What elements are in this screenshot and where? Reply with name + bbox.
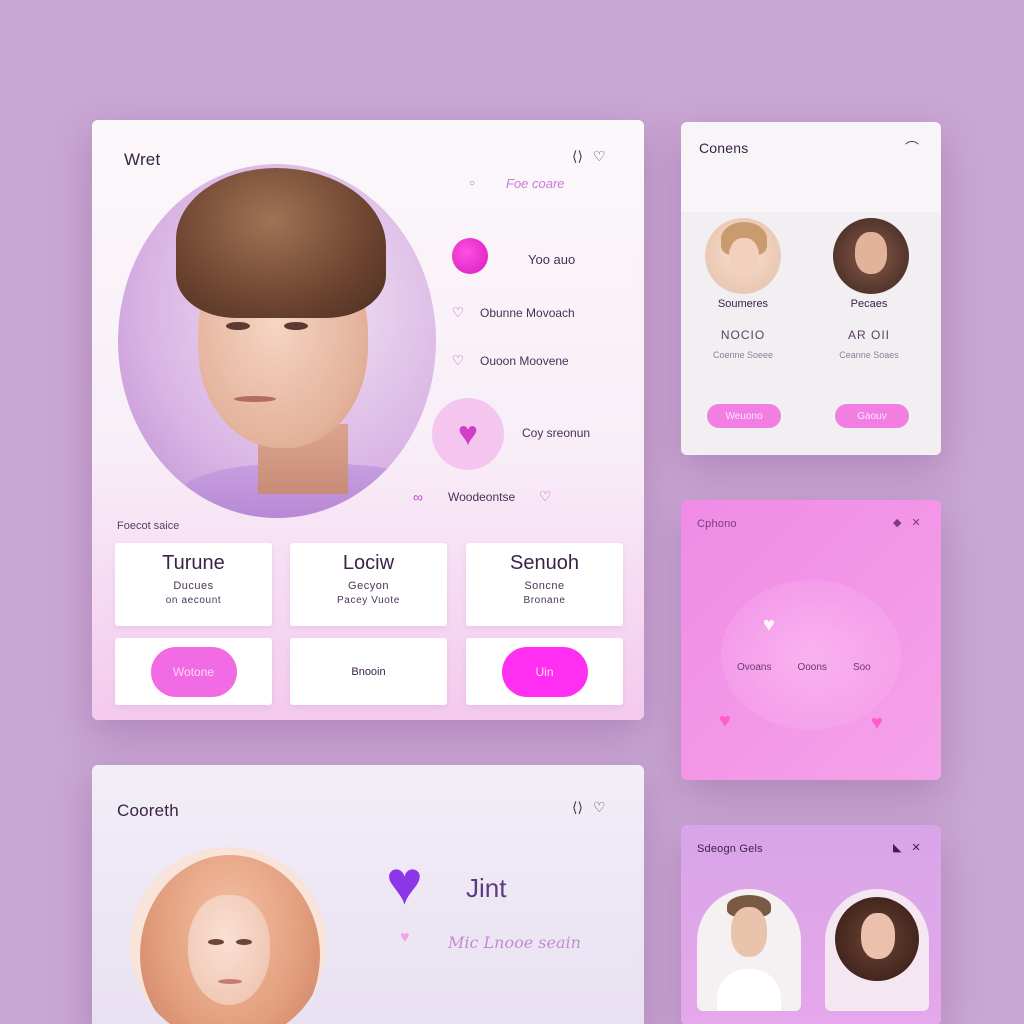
eye <box>284 322 308 330</box>
header-icons: ◣ ✕ <box>893 841 921 854</box>
stat-sub: Bronane <box>523 595 566 606</box>
stat-sub: Pacey Vuote <box>337 595 400 606</box>
eye <box>226 322 250 330</box>
action-cell: Bnooin <box>290 638 447 705</box>
contact-code: AR OII <box>847 328 890 342</box>
header-icons: ⌒ <box>905 138 919 158</box>
stat-card[interactable]: Senuoh Soncne Bronane <box>466 543 623 626</box>
contact-name: Soumeres <box>717 298 769 310</box>
card-title: Cphono <box>697 518 737 530</box>
dots-icon: ∞ <box>413 488 423 505</box>
double-arrow-icon[interactable]: ⟨⟩ <box>572 148 583 165</box>
stat-title: Senuoh <box>510 552 579 574</box>
stat-sub: Soncne <box>524 580 565 592</box>
heart-outline-icon: ♡ <box>451 352 465 368</box>
stat-card[interactable]: Lociw Gecyon Pacey Vuote <box>290 543 447 626</box>
tagline: Mic Lnooe seain <box>448 933 581 952</box>
heart-icon: ♥ <box>763 614 775 636</box>
heart-badge-icon[interactable]: ♥ <box>432 398 504 470</box>
contact-meta: Ceanne Soaes <box>839 350 899 360</box>
side-item[interactable]: ∞ Woodeontse ♡ <box>410 488 553 505</box>
avatar[interactable] <box>833 218 909 294</box>
dot-icon: ○ <box>468 178 476 189</box>
suggestion-avatar[interactable] <box>825 889 929 1011</box>
stat-title: Lociw <box>342 552 395 574</box>
play-icon[interactable]: ◣ <box>893 841 901 854</box>
hair <box>176 168 386 318</box>
side-item[interactable]: Yoo auo <box>528 252 575 267</box>
profile-card: Wret ⟨⟩ ♡ ○ Foe coare Yoo auo ♡ Obunne M… <box>92 120 644 720</box>
folder-icon[interactable]: ⌒ <box>905 138 919 158</box>
section-label: Foecot saice <box>117 520 180 532</box>
suggestions-card: Sdeogn Gels ◣ ✕ <box>681 825 941 1024</box>
close-icon[interactable]: ✕ <box>911 516 920 529</box>
tagline-row: ○ Foe coare <box>464 176 565 191</box>
profile-photo <box>118 164 436 518</box>
side-item[interactable]: ♡ Ouoon Moovene <box>450 352 569 369</box>
contacts-card: Conens ⌒ Soumeres Pecaes NOCIO AR OII Co… <box>681 122 941 455</box>
contact-code: NOCIO <box>720 328 766 342</box>
header-icons: ⟨⟩ ♡ <box>572 148 606 165</box>
heart-outline-icon: ♡ <box>451 304 465 320</box>
side-item[interactable]: Coy sreonun <box>522 426 590 440</box>
double-arrow-icon[interactable]: ⟨⟩ <box>572 799 583 816</box>
heart-icon: ♥ <box>400 929 410 946</box>
heart-icon[interactable]: ♥ <box>386 853 423 915</box>
action-cell: Uin <box>466 638 623 705</box>
tab-bar: Ovoans Ooons Soo <box>737 662 871 673</box>
mouth <box>234 396 276 402</box>
action-button[interactable]: Bnooin <box>351 666 385 678</box>
avatar[interactable] <box>705 218 781 294</box>
suggestion-avatar[interactable] <box>697 889 801 1011</box>
heart-icon[interactable]: ♥ <box>871 712 883 735</box>
profile-photo[interactable] <box>130 847 326 1024</box>
close-icon[interactable]: ✕ <box>911 841 920 854</box>
heart-outline-icon[interactable]: ♡ <box>593 799 606 816</box>
action-button[interactable]: Wotone <box>150 646 237 697</box>
heart-outline-icon: ♡ <box>538 488 552 504</box>
discover-card: Cooreth ⟨⟩ ♡ ♥ Jint ♥ Mic Lnooe seain <box>92 765 644 1024</box>
side-item[interactable]: ♡ Obunne Movoach <box>450 304 575 321</box>
stat-sub: Gecyon <box>348 580 389 592</box>
tab[interactable]: Soo <box>853 662 871 673</box>
contact-button[interactable]: Weuono <box>707 404 781 428</box>
action-button[interactable]: Uin <box>501 646 588 697</box>
contact-button[interactable]: Gaouv <box>835 404 909 428</box>
heart-icon[interactable]: ♥ <box>719 710 731 733</box>
stat-title: Turune <box>162 552 225 574</box>
eye <box>208 939 224 945</box>
heart-outline-icon[interactable]: ♡ <box>593 148 606 165</box>
stat-sub: on aecount <box>165 595 222 606</box>
card-title: Sdeogn Gels <box>697 843 763 855</box>
glow <box>721 580 901 730</box>
bell-icon[interactable]: ◆ <box>893 516 901 529</box>
tagline: Foe coare <box>506 176 565 191</box>
join-label[interactable]: Jint <box>466 873 506 904</box>
stat-sub: Ducues <box>173 580 214 592</box>
contact-meta: Coenne Soeee <box>712 350 774 360</box>
card-title: Wret <box>124 150 161 169</box>
header-icons: ⟨⟩ ♡ <box>572 799 606 816</box>
contact-name: Pecaes <box>850 298 888 310</box>
face <box>188 895 270 1005</box>
card-title: Conens <box>699 140 749 156</box>
action-cell: Wotone <box>115 638 272 705</box>
stat-card[interactable]: Turune Ducues on aecount <box>115 543 272 626</box>
mouth <box>218 979 242 984</box>
header-icons: ◆ ✕ <box>893 516 921 529</box>
card-title: Cooreth <box>117 801 179 820</box>
eye <box>236 939 252 945</box>
tab[interactable]: Ooons <box>797 662 826 673</box>
match-card: Cphono ◆ ✕ ♥ Ovoans Ooons Soo ♥ ♥ <box>681 500 941 780</box>
tab[interactable]: Ovoans <box>737 662 771 673</box>
heart-blob-icon[interactable] <box>452 238 488 274</box>
